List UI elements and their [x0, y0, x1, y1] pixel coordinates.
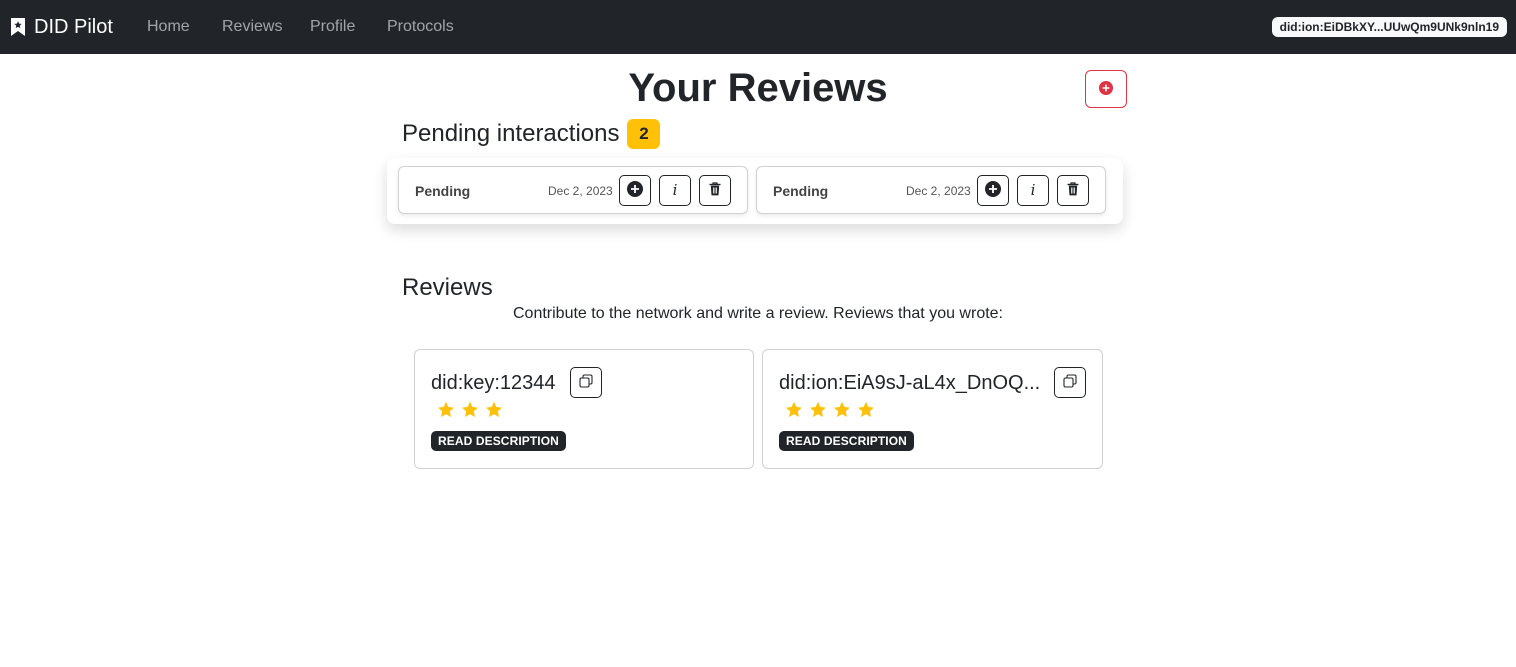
pending-date: Dec 2, 2023: [548, 184, 613, 198]
plus-circle-icon: [985, 181, 1001, 200]
plus-circle-icon: [627, 181, 643, 200]
copy-icon: [1063, 374, 1077, 391]
brand-label: DID Pilot: [34, 15, 113, 38]
copy-icon: [579, 374, 593, 391]
delete-button[interactable]: [699, 175, 731, 206]
accept-button[interactable]: [619, 175, 651, 206]
review-subject-did: did:key:12344: [431, 372, 556, 394]
star-icon: [810, 401, 826, 417]
top-navbar: DID Pilot Home Reviews Profile Protocols…: [0, 0, 1516, 54]
pending-interactions-list: Pending Dec 2, 2023 i Pending Dec 2, 202…: [387, 158, 1123, 224]
nav-link-profile[interactable]: Profile: [310, 0, 355, 54]
plus-circle-icon: [1099, 80, 1113, 98]
info-button[interactable]: i: [1017, 175, 1049, 206]
copy-did-button[interactable]: [570, 367, 602, 398]
reviews-heading: Reviews: [402, 274, 493, 301]
pending-status: Pending: [415, 183, 471, 199]
review-card: did:ion:EiA9sJ-aL4x_DnOQ... READ DESCRIP…: [762, 349, 1103, 469]
bookmark-star-icon: [10, 17, 26, 37]
info-icon: i: [672, 181, 678, 199]
pending-interactions-heading: Pending interactions 2: [402, 118, 661, 150]
info-icon: i: [1030, 181, 1036, 199]
delete-button[interactable]: [1057, 175, 1089, 206]
pending-status: Pending: [773, 183, 829, 199]
page-title: Your Reviews: [628, 66, 888, 110]
read-description-button[interactable]: READ DESCRIPTION: [779, 431, 914, 451]
pending-date: Dec 2, 2023: [906, 184, 971, 198]
pending-item: Pending Dec 2, 2023 i: [398, 166, 748, 214]
add-review-button[interactable]: [1085, 70, 1127, 108]
read-description-button[interactable]: READ DESCRIPTION: [431, 431, 566, 451]
review-subject-did: did:ion:EiA9sJ-aL4x_DnOQ...: [779, 372, 1041, 394]
reviews-subtitle: Contribute to the network and write a re…: [512, 305, 1003, 322]
accept-button[interactable]: [977, 175, 1009, 206]
star-icon: [486, 401, 502, 417]
brand-link[interactable]: DID Pilot: [10, 0, 113, 54]
pending-count-badge: 2: [627, 119, 661, 149]
nav-link-reviews[interactable]: Reviews: [222, 0, 282, 54]
review-card: did:key:12344 READ DESCRIPTION: [414, 349, 754, 469]
pending-heading-label: Pending interactions: [402, 120, 620, 147]
star-icon: [438, 401, 454, 417]
pending-item: Pending Dec 2, 2023 i: [756, 166, 1106, 214]
star-icon: [462, 401, 478, 417]
trash-icon: [1067, 182, 1079, 199]
star-rating: [785, 401, 875, 418]
info-button[interactable]: i: [659, 175, 691, 206]
star-icon: [786, 401, 802, 417]
nav-link-home[interactable]: Home: [147, 0, 190, 54]
star-icon: [834, 401, 850, 417]
star-icon: [858, 401, 874, 417]
user-did-badge[interactable]: did:ion:EiDBkXY...UUwQm9UNk9nln19: [1271, 17, 1507, 37]
star-rating: [437, 401, 503, 418]
copy-did-button[interactable]: [1054, 367, 1086, 398]
nav-link-protocols[interactable]: Protocols: [387, 0, 454, 54]
trash-icon: [709, 182, 721, 199]
